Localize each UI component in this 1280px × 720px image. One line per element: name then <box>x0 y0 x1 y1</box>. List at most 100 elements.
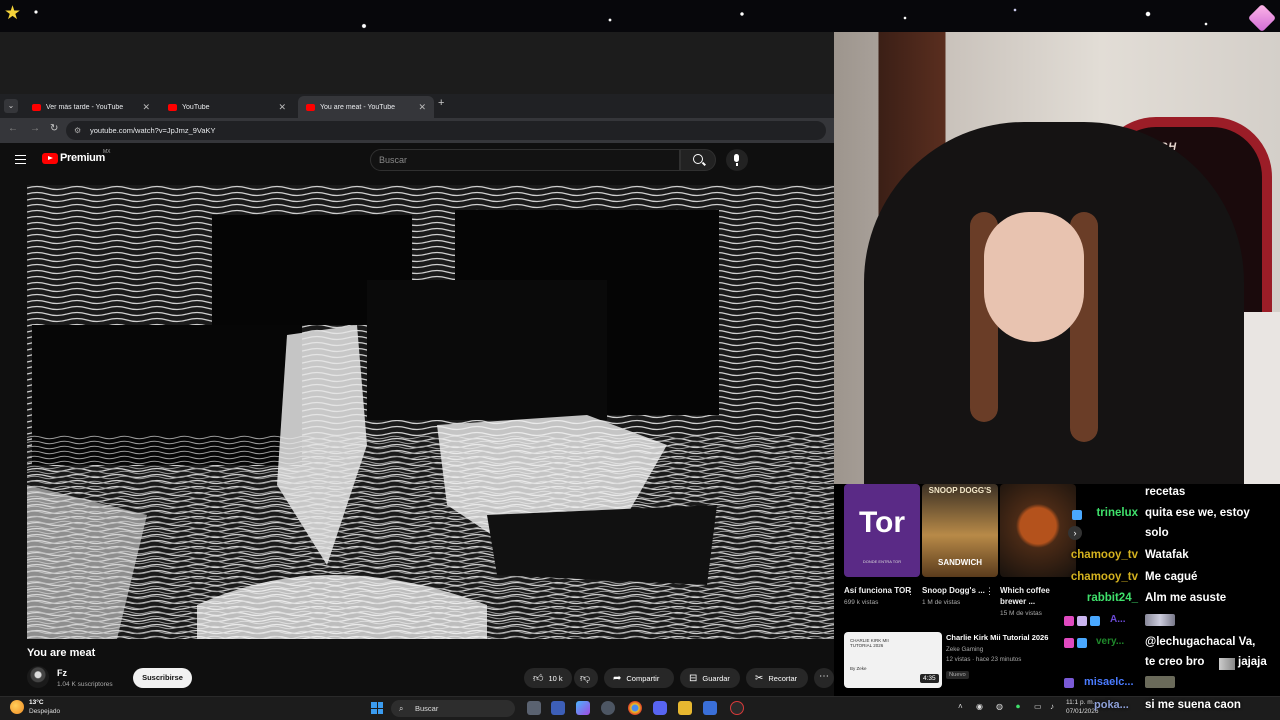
taskbar-search[interactable]: ⌕ Buscar <box>391 700 515 717</box>
browser-top-strip <box>0 32 834 94</box>
save-label: Guardar <box>702 673 730 683</box>
verified-badge-icon <box>1090 616 1100 626</box>
video-thumbnail[interactable]: Tor DONDE ENTRA TOR <box>844 484 920 577</box>
dislike-button[interactable]: 👎︎ <box>574 668 598 688</box>
tab-watch-later[interactable]: Ver más tarde - YouTube ✕ <box>24 96 158 118</box>
settings-gear-icon[interactable] <box>601 701 615 715</box>
scissors-icon: ✂ <box>755 672 764 684</box>
thumbs-down-icon: 👎︎ <box>580 673 591 684</box>
tab-search-icon[interactable]: ⌄ <box>4 99 18 113</box>
reload-icon[interactable]: ↻ <box>50 123 58 134</box>
recommended-views: 1 M de vistas <box>922 599 961 606</box>
address-bar[interactable]: ⚙ youtube.com/watch?v=JpJmz_9VaKY <box>66 121 826 140</box>
chrome-icon[interactable] <box>628 701 642 715</box>
site-info-icon[interactable]: ⚙ <box>74 121 81 140</box>
task-view-icon[interactable] <box>527 701 541 715</box>
clip-button[interactable]: ✂ Recortar <box>746 668 808 688</box>
chat-username[interactable]: very... <box>1096 636 1124 647</box>
youtube-logo-icon[interactable] <box>42 153 58 164</box>
weather-description[interactable]: Despejado <box>29 708 60 715</box>
new-badge: Nuevo <box>946 671 969 679</box>
emote-image <box>1145 676 1175 688</box>
chat-text: recetas <box>1145 486 1186 498</box>
subscribe-button[interactable]: Suscribirse <box>133 668 192 688</box>
chevron-up-icon[interactable]: ˄ <box>958 702 963 711</box>
windows-start-icon[interactable] <box>371 702 383 714</box>
recommended-video-long[interactable]: CHARLIE KIRK MII TUTORIAL 2026 By Zeke 4… <box>844 632 1054 688</box>
heart-badge-icon <box>1064 638 1074 648</box>
file-explorer-icon[interactable] <box>678 701 692 715</box>
copilot-icon[interactable] <box>576 701 590 715</box>
like-button[interactable]: 👍︎ 10 k <box>524 668 572 688</box>
menu-icon[interactable] <box>15 155 26 164</box>
chat-username[interactable]: chamooy_tv <box>1064 571 1138 583</box>
video-frame-art <box>27 185 834 639</box>
close-icon[interactable]: ✕ <box>418 102 426 113</box>
chat-text: Me cagué <box>1145 571 1198 583</box>
share-icon: ➦ <box>613 672 622 684</box>
teams-icon[interactable] <box>551 701 565 715</box>
close-icon[interactable]: ✕ <box>278 102 286 113</box>
url-text: youtube.com/watch?v=JpJmz_9VaKY <box>90 126 216 135</box>
back-arrow-icon[interactable]: ← <box>8 123 18 134</box>
recommended-title[interactable]: Charlie Kirk Mii Tutorial 2026 <box>946 633 1066 642</box>
thumbnail-caption: DONDE ENTRA TOR <box>862 559 902 564</box>
starry-overlay-top <box>0 0 1280 32</box>
recommended-views: 699 k vistas <box>844 599 879 606</box>
chat-username[interactable]: rabbit24_ <box>1064 592 1138 604</box>
chat-username[interactable]: chamooy_tv <box>1064 549 1138 561</box>
weather-icon[interactable] <box>10 700 24 714</box>
chat-username[interactable]: misaelc... <box>1084 676 1134 688</box>
video-player[interactable] <box>27 185 834 639</box>
star-icon: ★ <box>4 3 22 24</box>
youtube-search-input[interactable]: Buscar <box>370 149 680 171</box>
tab-youtube[interactable]: YouTube ✕ <box>160 96 294 118</box>
search-icon[interactable] <box>680 149 716 171</box>
verified-badge-icon <box>1077 638 1087 648</box>
emote-image <box>1219 658 1235 670</box>
chat-text: si me suena caon <box>1145 699 1241 711</box>
tab-title: You are meat - YouTube <box>320 103 395 111</box>
region-label: MX <box>103 149 111 155</box>
volume-icon[interactable]: ♪ <box>1050 702 1054 711</box>
skull-badge-icon <box>1077 616 1087 626</box>
save-button[interactable]: ⊟ Guardar <box>680 668 740 688</box>
thumbnail-line: By Zeke <box>850 666 867 671</box>
video-thumbnail[interactable]: CHARLIE KIRK MII TUTORIAL 2026 By Zeke 4… <box>844 632 942 688</box>
recommended-channel[interactable]: Zeke Gaming <box>946 646 983 653</box>
more-options-icon[interactable]: ⋯ <box>814 668 834 688</box>
channel-avatar[interactable] <box>27 666 49 688</box>
microphone-icon[interactable] <box>726 149 748 171</box>
obs-icon[interactable] <box>730 701 744 715</box>
microphone-icon[interactable]: ⏺ <box>1016 702 1020 712</box>
close-icon[interactable]: ✕ <box>142 102 150 113</box>
share-button[interactable]: ➦ Compartir <box>604 668 674 688</box>
like-count: 10 k <box>548 673 563 683</box>
screen: ★ ⌄ Ver más tarde - YouTube ✕ YouTube ✕ … <box>0 0 1280 720</box>
tab-you-are-meat[interactable]: You are meat - YouTube ✕ <box>298 96 434 118</box>
webcam-feed: CLUTCH ZOOM <box>834 32 1280 484</box>
video-title: You are meat <box>27 647 96 659</box>
chat-username[interactable]: poka... <box>1094 699 1129 711</box>
more-options-icon[interactable]: ⋮ <box>906 586 915 597</box>
chat-username[interactable]: trinelux <box>1064 507 1138 519</box>
forward-arrow-icon[interactable]: → <box>30 123 40 134</box>
chat-username[interactable]: A... <box>1110 614 1126 625</box>
discord-icon[interactable] <box>653 701 667 715</box>
video-thumbnail[interactable]: SNOOP DOGG'S SANDWICH <box>922 484 998 577</box>
channel-name[interactable]: Fz <box>57 668 67 678</box>
mail-icon[interactable] <box>703 701 717 715</box>
new-tab-button[interactable]: + <box>438 97 444 109</box>
search-placeholder: Buscar <box>379 155 408 165</box>
subscriber-count: 1.04 K suscriptores <box>57 681 113 688</box>
weather-temperature[interactable]: 13°C <box>29 699 44 706</box>
tray-app-icon[interactable]: ◍ <box>996 702 1003 711</box>
network-icon[interactable]: ▭ <box>1034 702 1042 711</box>
emote-image <box>1145 614 1175 626</box>
heart-badge-icon <box>1064 616 1074 626</box>
search-icon: ⌕ <box>399 704 404 713</box>
chat-message: poka... si me suena caon <box>1064 698 1280 718</box>
youtube-premium-label[interactable]: Premium <box>60 152 105 164</box>
more-options-icon[interactable]: ⋮ <box>985 586 994 597</box>
tray-app-icon[interactable]: ◉ <box>976 702 983 711</box>
